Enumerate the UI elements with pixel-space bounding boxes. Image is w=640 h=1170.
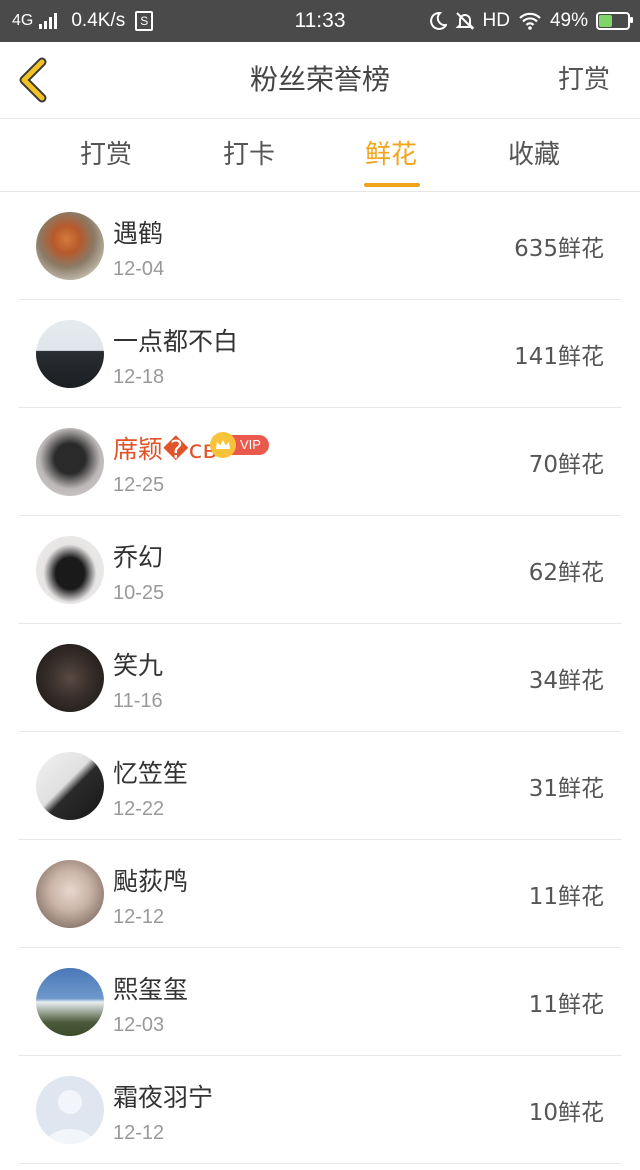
list-item[interactable]: 忆笠笙 12-22 31鲜花	[0, 732, 640, 840]
flower-count: 34鲜花	[528, 668, 604, 694]
fan-name: 颭荻鸤	[113, 867, 189, 896]
fan-name: 霜夜羽宁	[113, 1083, 214, 1112]
fan-name: 遇鹤	[113, 219, 164, 248]
fan-date: 12-12	[113, 906, 165, 928]
avatar[interactable]	[36, 1076, 104, 1144]
avatar[interactable]	[36, 644, 104, 712]
fan-date: 12-12	[113, 1122, 165, 1144]
fan-date: 12-25	[113, 474, 165, 496]
tab-reward[interactable]: 打赏	[46, 119, 166, 191]
list-item[interactable]: 熙玺玺 12-03 11鲜花	[0, 948, 640, 1056]
flower-count: 31鲜花	[528, 776, 604, 802]
avatar[interactable]	[36, 212, 104, 280]
fan-name: 熙玺玺	[113, 975, 189, 1004]
tab-checkin[interactable]: 打卡	[189, 119, 309, 191]
fan-date: 12-03	[113, 1014, 165, 1036]
fan-date: 10-25	[113, 582, 165, 604]
flower-count: 11鲜花	[528, 884, 604, 910]
avatar[interactable]	[36, 428, 104, 496]
page-title: 粉丝荣誉榜	[249, 63, 390, 96]
avatar[interactable]	[36, 536, 104, 604]
fan-name: 笑九	[113, 651, 164, 680]
wifi-icon	[519, 12, 541, 30]
list-item[interactable]: 乔幻 10-25 62鲜花	[0, 516, 640, 624]
battery-icon	[596, 12, 633, 30]
status-right: HD 49%	[429, 0, 633, 42]
default-avatar-icon	[46, 1090, 94, 1144]
flower-count: 62鲜花	[528, 560, 604, 586]
flower-count: 635鲜花	[514, 236, 604, 262]
fan-date: 12-22	[113, 798, 165, 820]
battery-percent: 49%	[549, 10, 588, 31]
fan-name: 一点都不白	[113, 327, 239, 356]
list-item[interactable]: 席颖�св VIP 12-25 70鲜花	[0, 408, 640, 516]
hd-label: HD	[482, 10, 510, 31]
avatar[interactable]	[36, 968, 104, 1036]
fan-name: 乔幻	[113, 543, 164, 572]
list-item[interactable]: 颭荻鸤 12-12 11鲜花	[0, 840, 640, 948]
flower-count: 141鲜花	[514, 344, 604, 370]
flower-count: 10鲜花	[528, 1100, 604, 1126]
tab-label: 打赏	[79, 140, 132, 170]
fan-date: 12-04	[113, 258, 165, 280]
tab-label: 打卡	[222, 140, 275, 170]
list-item[interactable]: 笑九 11-16 34鲜花	[0, 624, 640, 732]
flower-count: 70鲜花	[528, 452, 604, 478]
tab-bar: 打赏 打卡 鲜花 收藏	[0, 119, 640, 192]
fan-name: 席颖�св	[113, 435, 218, 464]
mute-bell-icon	[455, 12, 474, 30]
reward-button[interactable]: 打赏	[558, 42, 610, 118]
crown-icon	[210, 432, 236, 458]
avatar[interactable]	[36, 860, 104, 928]
tab-label: 鲜花	[364, 140, 417, 170]
list-item[interactable]: 一点都不白 12-18 141鲜花	[0, 300, 640, 408]
tab-label: 收藏	[507, 140, 560, 170]
status-bar: 4G 0.4K/s S 11:33 HD 49%	[0, 0, 640, 42]
top-navbar: 粉丝荣誉榜 打赏	[0, 42, 640, 119]
fan-date: 11-16	[113, 690, 163, 712]
moon-icon	[429, 12, 447, 30]
fan-date: 12-18	[113, 366, 165, 388]
avatar[interactable]	[36, 752, 104, 820]
fan-ranking-list: 遇鹤 12-04 635鲜花 一点都不白 12-18 141鲜花 席颖�св V…	[0, 192, 640, 1164]
vip-badge: VIP	[210, 432, 269, 458]
fan-name: 忆笠笙	[113, 759, 189, 788]
avatar[interactable]	[36, 320, 104, 388]
list-item[interactable]: 霜夜羽宁 12-12 10鲜花	[0, 1056, 640, 1164]
list-item[interactable]: 遇鹤 12-04 635鲜花	[0, 192, 640, 300]
tab-flowers[interactable]: 鲜花	[331, 119, 451, 191]
active-tab-indicator	[364, 183, 420, 187]
tab-favorites[interactable]: 收藏	[474, 119, 594, 191]
flower-count: 11鲜花	[528, 992, 604, 1018]
